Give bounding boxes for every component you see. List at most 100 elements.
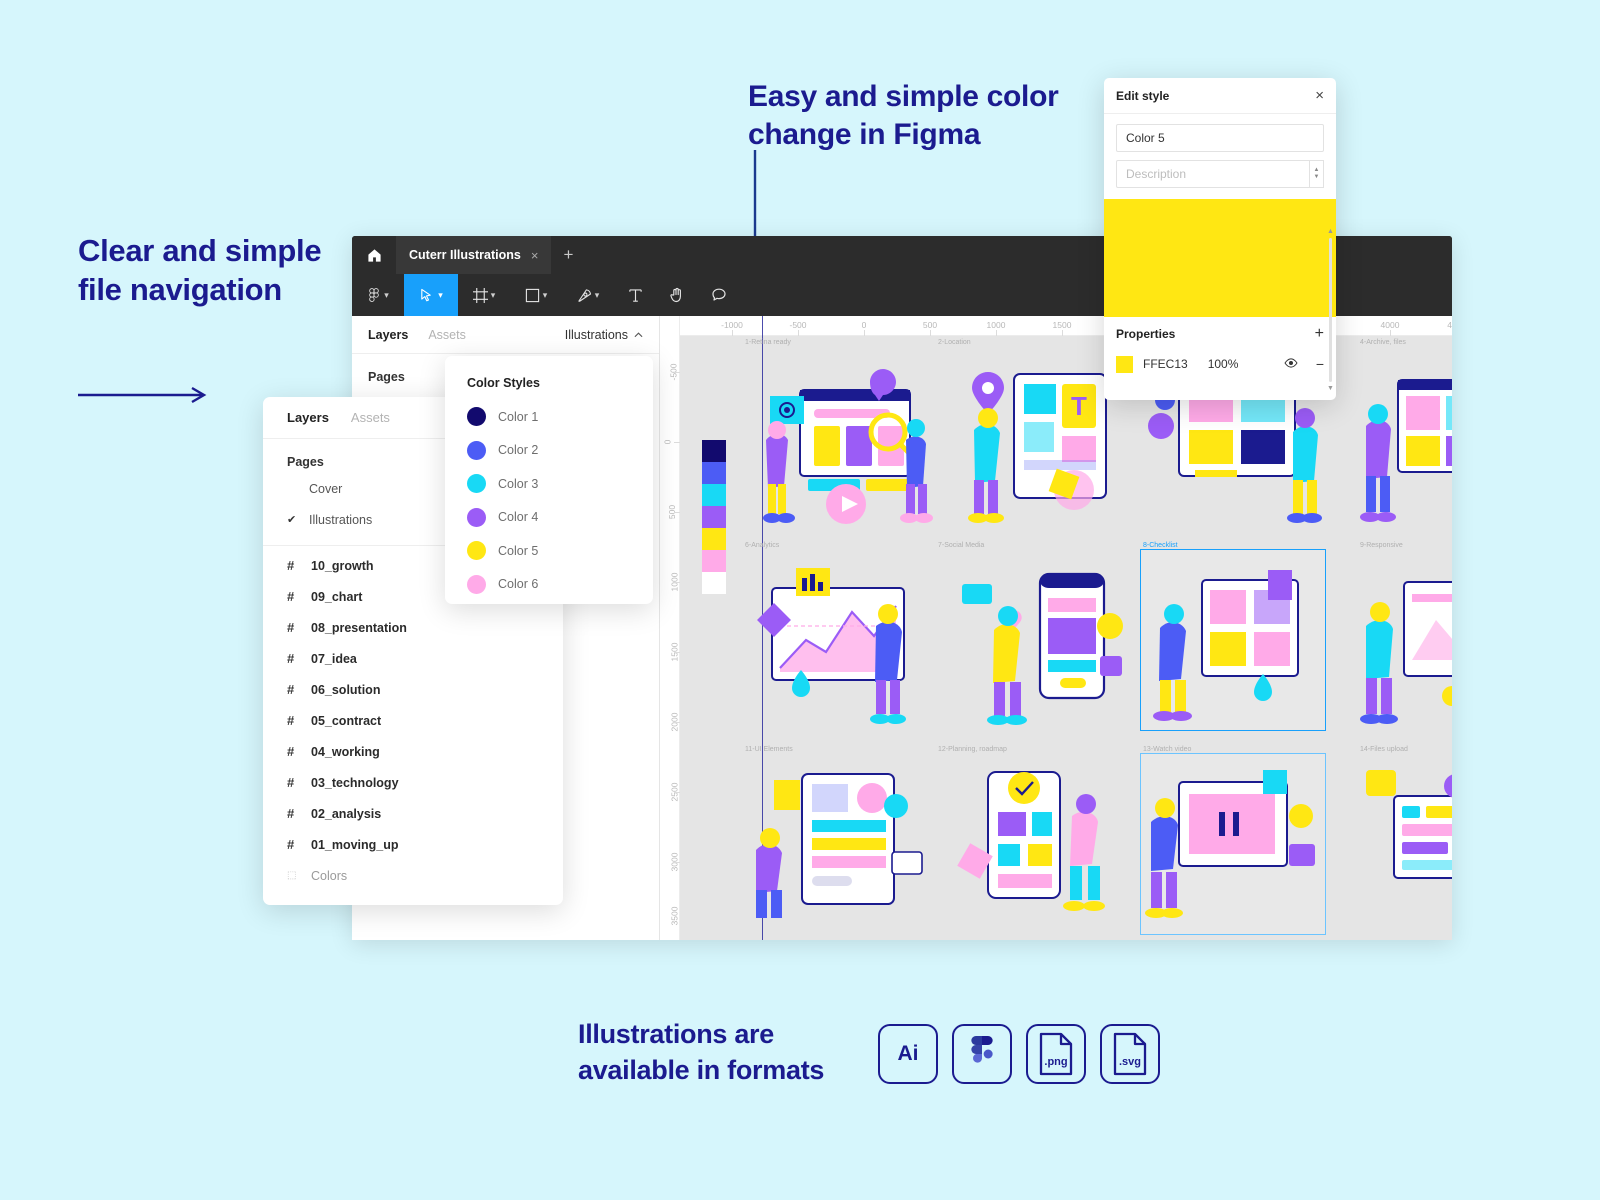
color-style-item[interactable]: Color 1 — [445, 400, 653, 434]
ai-format-icon[interactable]: Ai — [878, 1024, 938, 1084]
property-opacity-value[interactable]: 100% — [1208, 357, 1239, 371]
ruler-tick: -500 — [789, 320, 807, 330]
panel-scrollbar[interactable]: ▲ ▼ — [1327, 228, 1334, 394]
svg-text:T: T — [1071, 391, 1087, 421]
property-row[interactable]: FFEC13 100% − — [1104, 351, 1336, 377]
color-style-item[interactable]: Color 5 — [445, 534, 653, 568]
illustration-location: T — [968, 372, 1107, 523]
ruler-tick: 0 — [861, 320, 867, 330]
frame-label[interactable]: 7-Social Media — [938, 542, 984, 549]
component-icon: # — [287, 558, 295, 573]
illustration-planning-roadmap — [957, 771, 1105, 911]
layer-item[interactable]: #02_analysis — [263, 798, 563, 829]
frame-label-selected[interactable]: 8-Checklist — [1143, 542, 1178, 549]
description-stepper[interactable]: ▲ ▼ — [1309, 160, 1324, 188]
component-icon: # — [287, 589, 295, 604]
home-icon[interactable] — [352, 236, 396, 274]
color-styles-title: Color Styles — [467, 376, 540, 390]
frame-label[interactable]: 2-Location — [938, 339, 971, 346]
pen-tool[interactable]: ▾ — [562, 274, 614, 316]
chevron-down-icon: ▾ — [384, 289, 389, 300]
add-property-button[interactable]: + — [1315, 326, 1324, 342]
frame-label[interactable]: 1-Retina ready — [745, 339, 791, 346]
layer-item[interactable]: ⬚ Colors — [263, 860, 563, 891]
scroll-down-icon: ▼ — [1327, 385, 1334, 392]
layer-label: 06_solution — [311, 682, 381, 697]
ruler-tick: -1000 — [721, 320, 743, 330]
color-style-label: Color 6 — [498, 577, 539, 592]
page-selector[interactable]: Illustrations — [565, 328, 643, 342]
color-preview-swatch[interactable] — [1104, 199, 1336, 317]
color-style-item[interactable]: Color 6 — [445, 568, 653, 602]
ruler-tick: 4000 — [1380, 320, 1400, 330]
poster-canvas: Clear and simple file navigation Easy an… — [0, 0, 1600, 1200]
close-icon[interactable]: × — [1315, 88, 1324, 103]
svg-text:.png: .png — [1044, 1056, 1067, 1068]
frame-label[interactable]: 6-Analytics — [745, 542, 779, 549]
tab-assets[interactable]: Assets — [428, 328, 466, 342]
layer-item[interactable]: #01_moving_up — [263, 829, 563, 860]
color-swatch-icon — [467, 474, 486, 494]
layer-label: Colors — [311, 868, 348, 883]
color-style-item[interactable]: Color 2 — [445, 434, 653, 468]
color-swatch-icon — [467, 541, 486, 561]
figma-canvas[interactable]: -1000 -500 0 500 1000 1500 4000 45 -500 … — [660, 316, 1452, 940]
property-hex-value[interactable]: FFEC13 — [1143, 357, 1188, 371]
layer-item[interactable]: #04_working — [263, 736, 563, 767]
tab-assets[interactable]: Assets — [351, 410, 390, 425]
tab-layers[interactable]: Layers — [287, 410, 329, 425]
color-style-item[interactable]: Color 3 — [445, 467, 653, 501]
style-name-field[interactable]: Color 5 — [1116, 124, 1324, 152]
frame-label[interactable]: 4-Archive, files — [1360, 339, 1406, 346]
frame-label[interactable]: 9-Responsive — [1360, 542, 1403, 549]
palette-swatch — [702, 440, 726, 462]
style-name-value: Color 5 — [1126, 131, 1165, 145]
figma-menu-tool[interactable]: ▾ — [352, 274, 404, 316]
close-icon[interactable]: × — [531, 248, 539, 263]
layer-item[interactable]: #03_technology — [263, 767, 563, 798]
page-item-label: Illustrations — [309, 512, 373, 527]
ruler-tick: 3500 — [669, 906, 680, 926]
svg-format-icon[interactable]: .svg — [1100, 1024, 1160, 1084]
frame-icon: ⬚ — [287, 870, 297, 881]
text-tool[interactable] — [614, 274, 656, 316]
layer-label: 05_contract — [311, 713, 382, 728]
ruler-tick: 45 — [1447, 320, 1452, 330]
frame-label[interactable]: 13-Watch video — [1143, 746, 1191, 753]
eye-icon[interactable] — [1284, 355, 1298, 373]
layer-label: 09_chart — [311, 589, 363, 604]
layer-item[interactable]: #06_solution — [263, 674, 563, 705]
illustration-watch-video — [1145, 770, 1315, 918]
arrow-right-icon — [78, 386, 207, 404]
component-icon: # — [287, 806, 295, 821]
illustration-files-upload — [1366, 770, 1452, 879]
svg-text:.svg: .svg — [1119, 1056, 1141, 1068]
property-color-swatch[interactable] — [1116, 355, 1133, 373]
comment-tool[interactable] — [698, 274, 740, 316]
layer-item[interactable]: #07_idea — [263, 643, 563, 674]
figma-left-panel-header: Layers Assets Illustrations — [352, 316, 659, 354]
layer-item[interactable]: #08_presentation — [263, 612, 563, 643]
file-tab[interactable]: Cuterr Illustrations × — [396, 236, 552, 274]
remove-property-button[interactable]: − — [1308, 356, 1324, 372]
frame-label[interactable]: 14-Files upload — [1360, 746, 1408, 753]
scrollbar-thumb[interactable] — [1329, 238, 1332, 382]
layer-label: 08_presentation — [311, 620, 407, 635]
style-description-field[interactable]: Description ▲ ▼ — [1116, 160, 1324, 188]
color-style-label: Color 1 — [498, 409, 539, 424]
tab-layers[interactable]: Layers — [368, 328, 408, 342]
layer-item[interactable]: #05_contract — [263, 705, 563, 736]
frame-label[interactable]: 11-UI Elements — [745, 746, 793, 753]
hand-tool[interactable] — [656, 274, 698, 316]
color-style-item[interactable]: Color 4 — [445, 501, 653, 535]
chevron-down-icon: ▾ — [542, 289, 548, 300]
frame-tool[interactable]: ▾ — [458, 274, 510, 316]
png-format-icon[interactable]: .png — [1026, 1024, 1086, 1084]
new-tab-button[interactable]: + — [551, 236, 585, 274]
shape-tool[interactable]: ▾ — [510, 274, 562, 316]
figma-format-icon[interactable] — [952, 1024, 1012, 1084]
frame-label[interactable]: 12-Planning, roadmap — [938, 746, 1007, 753]
color-style-label: Color 2 — [498, 443, 539, 458]
move-tool[interactable]: ▾ — [404, 274, 458, 316]
properties-title: Properties — [1116, 327, 1176, 341]
